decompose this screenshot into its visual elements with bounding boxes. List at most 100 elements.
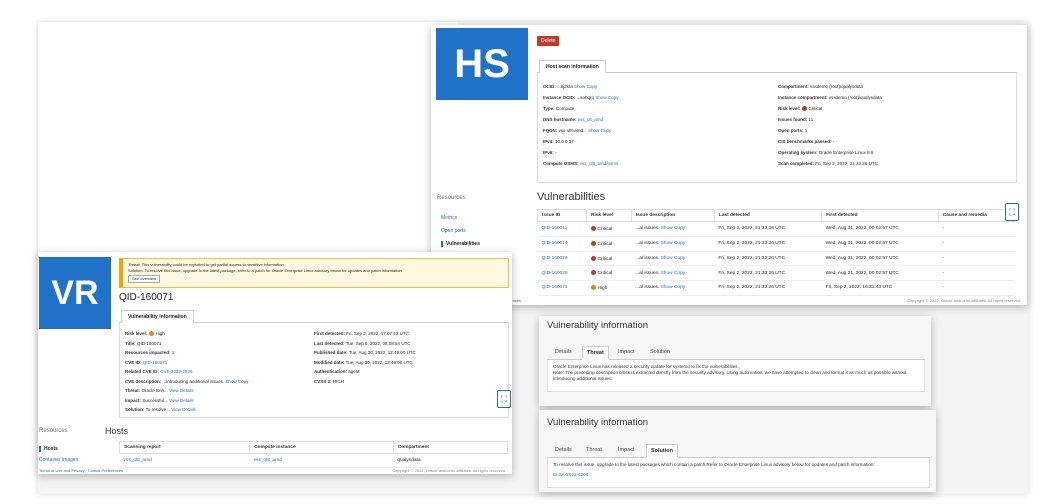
- info-value: ...introducing additional issues.: [162, 378, 225, 384]
- info-row: CVSS 3: HIGH: [314, 379, 344, 384]
- show-link[interactable]: Show: [588, 128, 599, 133]
- vulnerability-information-title: Vulnerability information: [547, 417, 649, 428]
- info-value: Compute: [555, 106, 575, 111]
- risk-level-text: Critical: [597, 241, 613, 247]
- info-label: OCID:: [543, 84, 556, 89]
- tab-details[interactable]: Details: [551, 346, 576, 360]
- info-value: -: [832, 139, 835, 144]
- copy-link[interactable]: Copy: [238, 379, 249, 384]
- info-value: QID-160071: [136, 340, 162, 346]
- info-value: agent: [348, 369, 360, 374]
- screenshot-collage: HS Delete Host scan information OCID: ..…: [0, 0, 1060, 504]
- vr-logo: VR: [39, 257, 111, 329]
- info-value[interactable]: vss_olt_amd: [578, 117, 603, 122]
- info-value[interactable]: CVE-2022-2526: [160, 369, 192, 374]
- issue-id-link[interactable]: QID-160026: [537, 251, 587, 267]
- issue-id-link[interactable]: QID-160011: [537, 221, 587, 237]
- first-detected-cell: Wed, Aug 31, 2022, 00:02:57 UTC: [821, 265, 939, 282]
- issue-description-text: ...al issues.: [635, 226, 660, 232]
- terms-link[interactable]: Terms of Use and Privacy: [39, 468, 85, 473]
- info-value: 11: [808, 117, 814, 122]
- info-label: Operating system:: [778, 150, 818, 155]
- sidebar-item-metrics[interactable]: Metrics: [441, 215, 457, 221]
- delete-button[interactable]: Delete: [537, 36, 560, 46]
- tab-solution[interactable]: Solution: [646, 346, 674, 360]
- info-value: 10.0.0.37: [555, 139, 574, 144]
- show-link[interactable]: Show: [661, 285, 673, 290]
- info-row: Issues found: 11: [778, 117, 813, 122]
- info-value: ...sohqrq: [576, 95, 595, 100]
- info-row: IPv6: -: [543, 150, 557, 155]
- table-row: QID-160026 Critical ...al issues. Show Cop…: [537, 251, 1015, 267]
- last-detected-cell: Fri, Sep 2, 2022, 21:33:26 UTC: [714, 236, 822, 252]
- view-details-link[interactable]: View Details: [171, 407, 196, 412]
- show-link[interactable]: Show: [595, 95, 606, 100]
- solution-tabs: Details Threat Impact Solution: [547, 444, 930, 458]
- info-label: Type:: [543, 106, 555, 111]
- cookie-link[interactable]: Cookie Preferences: [88, 468, 123, 473]
- copy-link[interactable]: Copy: [674, 226, 685, 231]
- view-details-link[interactable]: View Details: [169, 388, 194, 393]
- tab-vulnerability-information[interactable]: Vulnerability information: [121, 310, 194, 323]
- info-label: Threat:: [125, 388, 141, 393]
- info-row: First detected: Fri, Sep 2, 2022, 17:07:…: [314, 331, 409, 336]
- show-link[interactable]: Show: [661, 226, 673, 231]
- tab-host-scan-information[interactable]: Host scan information: [539, 60, 606, 73]
- info-value[interactable]: QID-160071: [143, 360, 168, 365]
- column-header: Issue ID: [536, 209, 588, 222]
- issue-description-cell: ...al issues. Show Copy: [631, 221, 715, 237]
- critical-dot-icon: [590, 270, 596, 276]
- sidebar-item-hosts[interactable]: Hosts: [39, 446, 58, 452]
- tab-details[interactable]: Details: [551, 444, 576, 458]
- info-row: FQDN: vss-ol8-amd... Show Copy: [543, 128, 611, 133]
- info-label: IPv6:: [543, 150, 554, 155]
- advisory-link[interactable]: ELSA-2022-6206: [553, 472, 924, 478]
- info-value: 1: [171, 350, 175, 355]
- issue-id-link[interactable]: QID-160014: [537, 236, 587, 252]
- show-link[interactable]: Show: [574, 84, 585, 89]
- column-header: Compartment: [392, 441, 509, 454]
- copy-link[interactable]: Copy: [674, 271, 685, 276]
- resize-icon[interactable]: ⛶: [1005, 203, 1019, 221]
- copy-link[interactable]: Copy: [674, 285, 685, 290]
- show-link[interactable]: Show: [661, 241, 673, 246]
- info-value[interactable]: vss_ol8_amd/osms: [580, 161, 619, 166]
- info-value: HIGH: [332, 378, 345, 384]
- critical-dot-icon: [590, 240, 596, 246]
- scanning-report-link[interactable]: vss_ol8_amd: [119, 453, 250, 468]
- tab-threat[interactable]: Threat: [582, 346, 609, 360]
- risk-level-cell: Critical: [586, 221, 632, 237]
- copy-link[interactable]: Copy: [608, 95, 619, 100]
- copy-link[interactable]: Copy: [587, 84, 598, 89]
- compute-instance-link[interactable]: vss_ol8_amd: [249, 453, 394, 468]
- sidebar-item-vulnerabilities[interactable]: Vulnerabilities: [441, 241, 480, 247]
- copy-link[interactable]: Copy: [601, 128, 612, 133]
- backdrop-blank-area: [38, 22, 458, 252]
- first-detected-cell: Wed, Aug 31, 2022, 00:02:57 UTC: [821, 236, 939, 252]
- copy-link[interactable]: Copy: [674, 241, 685, 246]
- info-row: Open ports: 1: [778, 128, 807, 133]
- tab-impact[interactable]: Impact: [614, 346, 639, 360]
- info-label: Instance OCID:: [543, 95, 576, 100]
- show-link[interactable]: Show: [225, 379, 236, 384]
- show-link[interactable]: Show: [661, 256, 673, 261]
- sidebar-item-open-ports[interactable]: Open ports: [441, 228, 466, 234]
- sidebar-item-container-images[interactable]: Container images: [39, 457, 78, 463]
- info-value: High: [155, 331, 165, 336]
- tab-threat[interactable]: Threat: [582, 444, 606, 458]
- tab-impact[interactable]: Impact: [614, 444, 639, 458]
- view-details-link[interactable]: View Details: [169, 398, 194, 403]
- issue-id-link[interactable]: QID-160028: [537, 265, 587, 282]
- cause-cell: -: [938, 236, 1015, 252]
- show-link[interactable]: Show: [661, 271, 673, 276]
- resize-icon[interactable]: ⛶: [497, 390, 511, 408]
- info-row: Risk level: High: [125, 331, 165, 337]
- last-detected-cell: Fri, Sep 2, 2022, 21:33:26 UTC: [714, 221, 822, 237]
- copy-link[interactable]: Copy: [674, 256, 685, 261]
- info-row: Threat: Oracle Enh... View Details: [125, 388, 194, 393]
- see-overview-button[interactable]: See overview: [128, 275, 161, 283]
- tab-solution[interactable]: Solution: [646, 444, 678, 458]
- warning-banner: Threat: This vulnerability could be expl…: [119, 258, 509, 288]
- threat-body: Oracle Enterprise Linux has released a s…: [547, 360, 925, 392]
- issue-id-link[interactable]: QID-160071: [537, 280, 587, 296]
